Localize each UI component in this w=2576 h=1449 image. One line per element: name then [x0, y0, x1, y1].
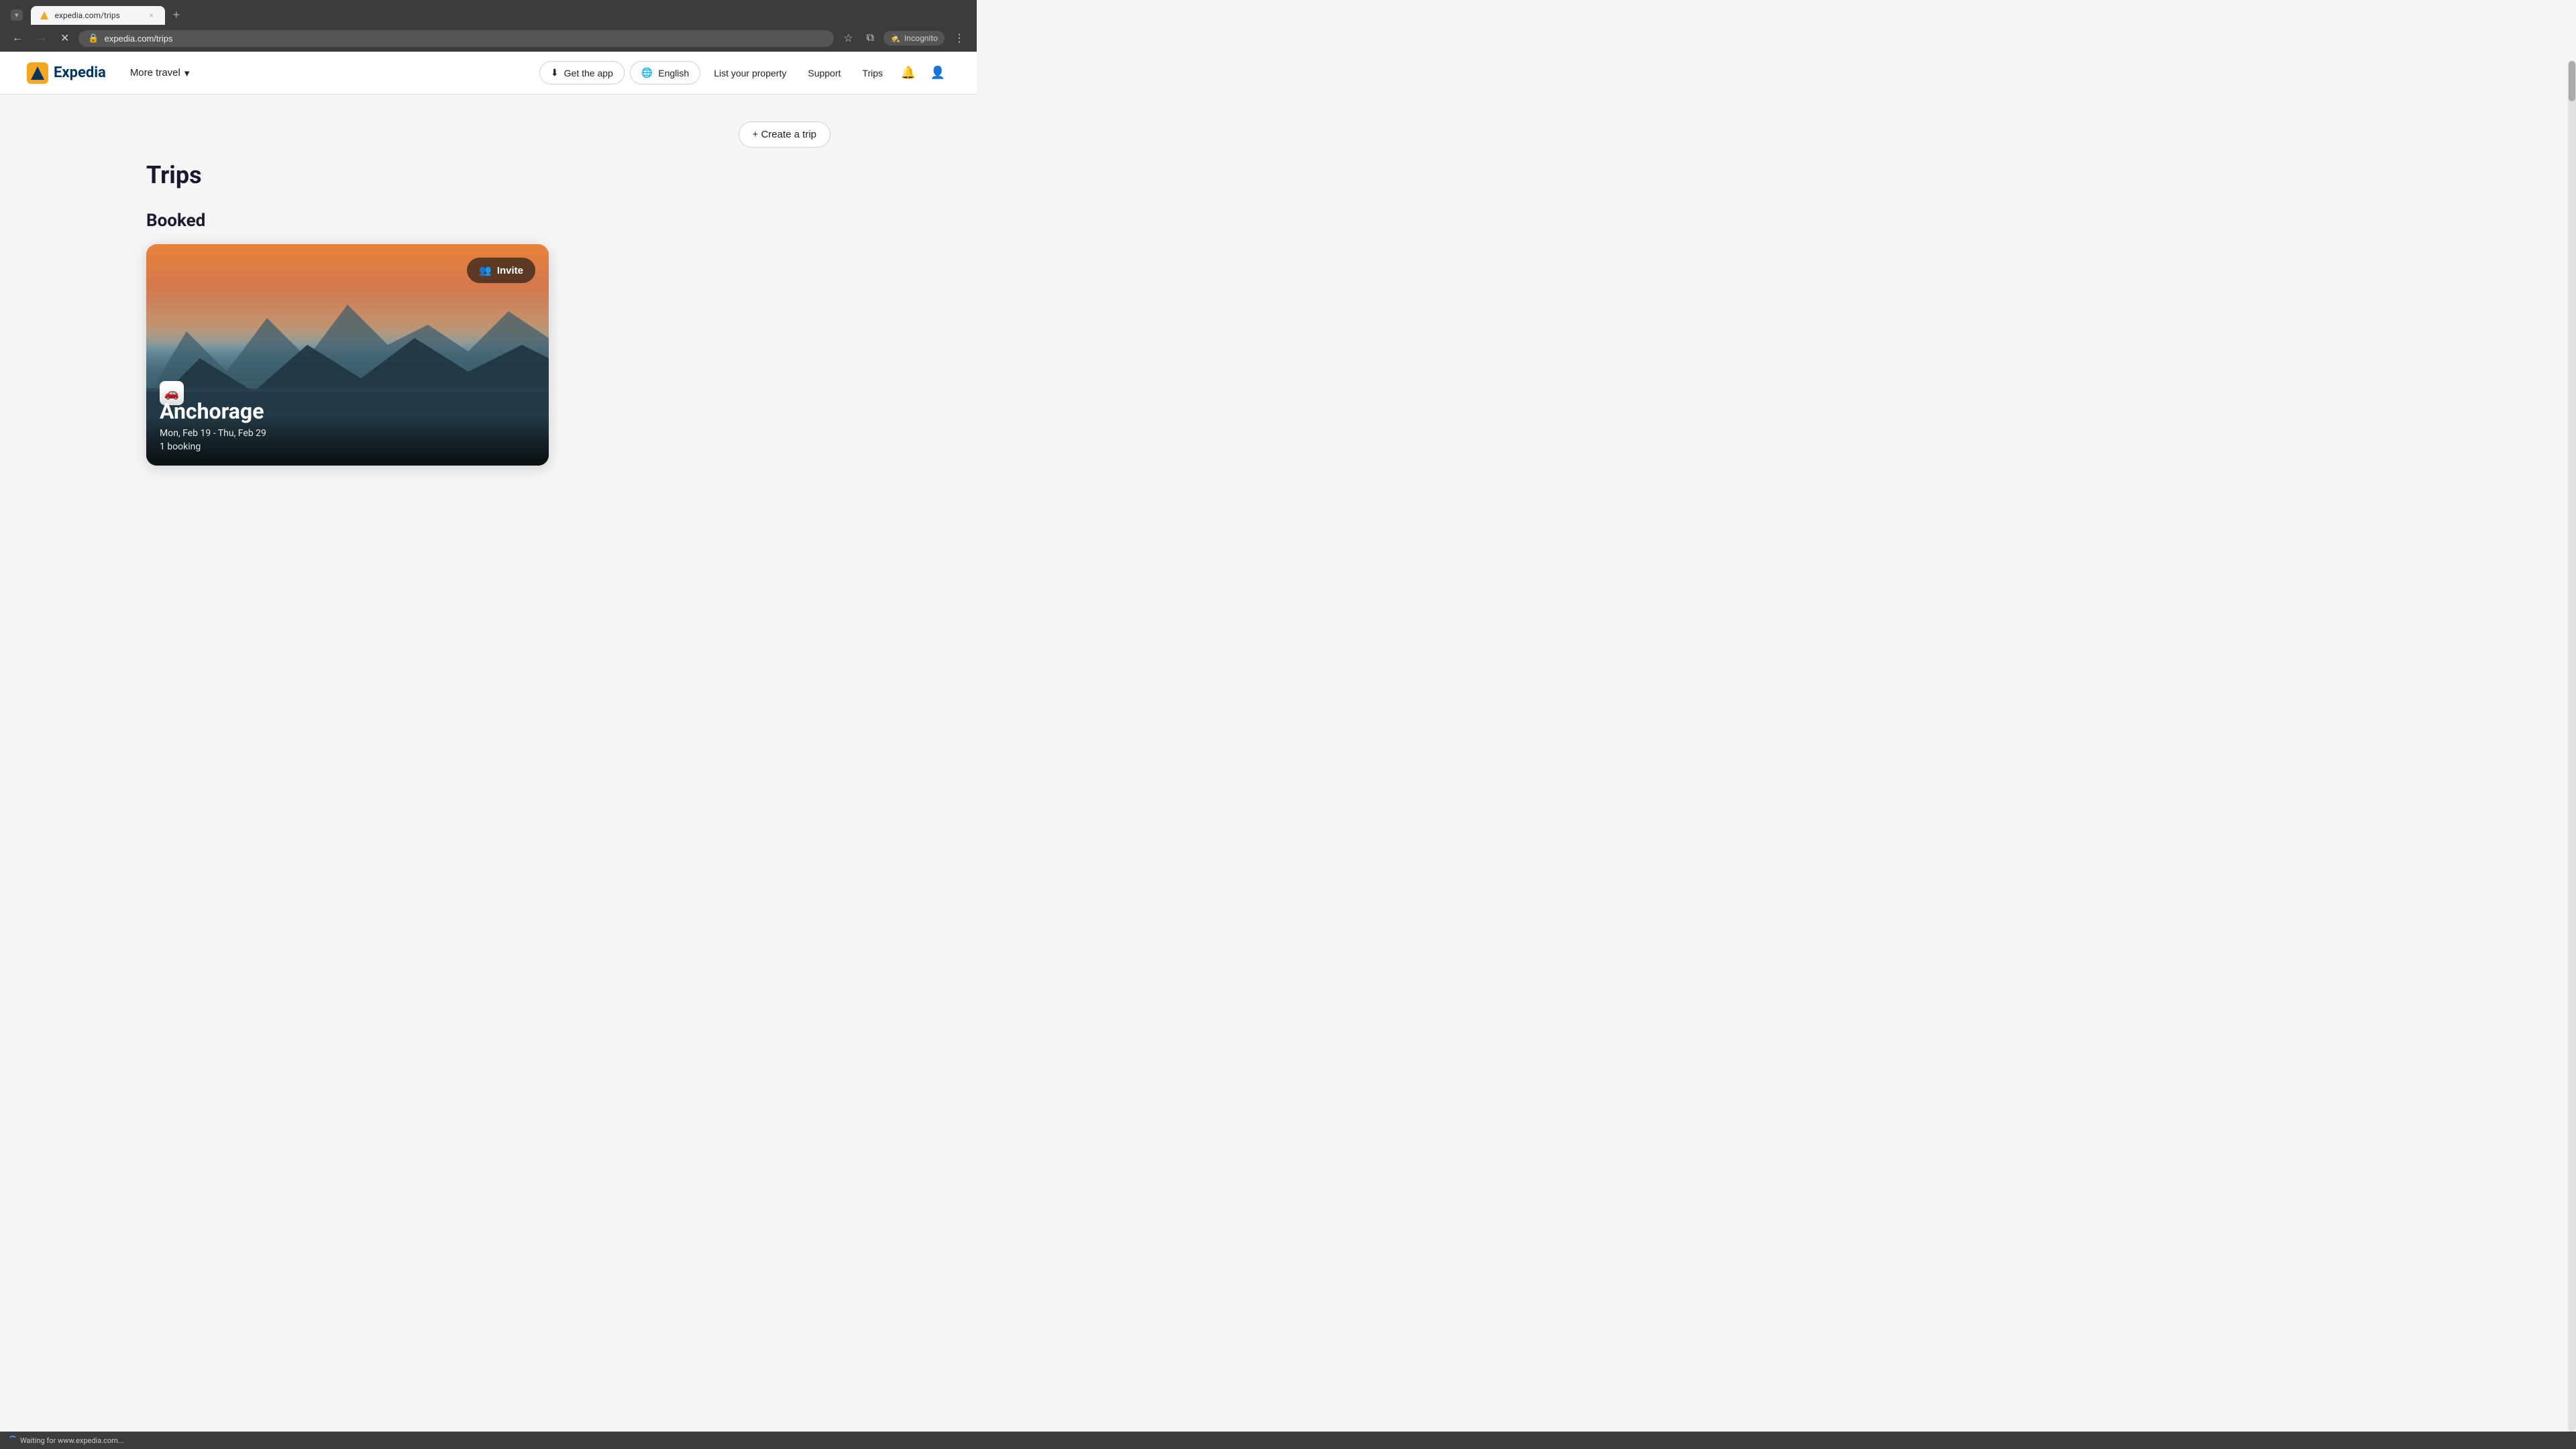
user-icon: 👤	[930, 66, 945, 80]
booked-section-heading: Booked	[146, 211, 830, 231]
loading-spinner	[8, 1436, 17, 1445]
address-bar[interactable]: 🔒	[78, 30, 834, 47]
new-tab-button[interactable]: +	[168, 5, 186, 25]
incognito-icon: 🕵	[890, 34, 900, 43]
nav-right: ⬇ Get the app 🌐 English List your proper…	[539, 61, 950, 85]
logo-text: Expedia	[54, 64, 106, 81]
download-icon: ⬇	[551, 67, 559, 78]
trip-card[interactable]: 👥 Invite 🚗 Anchorage Mon, Feb 19 - Thu, …	[146, 244, 549, 466]
create-trip-button[interactable]: + Create a trip	[739, 121, 830, 148]
lock-icon: 🔒	[88, 34, 99, 44]
more-travel-label: More travel	[130, 67, 180, 78]
list-property-button[interactable]: List your property	[706, 62, 794, 84]
more-travel-button[interactable]: More travel ▾	[122, 62, 198, 85]
split-view-button[interactable]: ⧉	[863, 30, 878, 47]
trip-bookings: 1 booking	[160, 441, 535, 452]
more-travel-chevron-icon: ▾	[184, 67, 190, 79]
trips-nav-button[interactable]: Trips	[854, 62, 891, 84]
get-app-label: Get the app	[564, 68, 613, 78]
invite-button[interactable]: 👥 Invite	[467, 258, 535, 283]
support-button[interactable]: Support	[800, 62, 849, 84]
incognito-badge: 🕵 Incognito	[883, 31, 945, 46]
bell-icon: 🔔	[901, 66, 916, 80]
stop-button[interactable]: ✕	[56, 29, 73, 48]
expedia-logo-icon	[27, 62, 48, 84]
menu-button[interactable]: ⋮	[950, 29, 969, 48]
site-navigation: Expedia More travel ▾ ⬇ Get the app 🌐 En…	[0, 52, 977, 95]
tab-controls: ▾	[5, 7, 28, 23]
language-button[interactable]: 🌐 English	[630, 61, 700, 85]
url-input[interactable]	[105, 34, 825, 44]
active-tab[interactable]: expedia.com/trips ×	[31, 6, 165, 25]
incognito-label: Incognito	[904, 34, 938, 43]
page-title: Trips	[146, 161, 830, 189]
scrollbar[interactable]	[2568, 60, 2576, 1432]
user-account-button[interactable]: 👤	[926, 61, 950, 85]
get-app-button[interactable]: ⬇ Get the app	[539, 61, 625, 85]
notifications-button[interactable]: 🔔	[896, 61, 920, 85]
tab-bar: ▾ expedia.com/trips × +	[0, 0, 977, 25]
invite-label: Invite	[497, 265, 523, 276]
bookmark-button[interactable]: ☆	[839, 29, 857, 48]
toolbar-actions: ☆ ⧉ 🕵 Incognito ⋮	[839, 29, 969, 48]
tab-group-chevron: ▾	[15, 11, 19, 19]
website: Expedia More travel ▾ ⬇ Get the app 🌐 En…	[0, 52, 977, 492]
trip-card-image: 👥 Invite 🚗 Anchorage Mon, Feb 19 - Thu, …	[146, 244, 549, 466]
language-label: English	[658, 68, 689, 78]
invite-icon: 👥	[479, 264, 492, 276]
tab-title: expedia.com/trips	[55, 11, 141, 20]
tab-favicon	[39, 10, 50, 21]
globe-icon: 🌐	[641, 67, 653, 78]
browser-toolbar: ← → ✕ 🔒 ☆ ⧉ 🕵 Incognito ⋮	[0, 25, 977, 52]
scrollbar-thumb[interactable]	[2569, 61, 2575, 101]
main-content: + Create a trip Trips Booked	[119, 95, 857, 492]
tab-close-button[interactable]: ×	[146, 10, 157, 21]
status-text: Waiting for www.expedia.com...	[20, 1436, 124, 1445]
browser-chrome: ▾ expedia.com/trips × + ← → ✕ 🔒 ☆ ⧉ �	[0, 0, 977, 52]
forward-button[interactable]: →	[32, 30, 51, 47]
trip-dates: Mon, Feb 19 - Thu, Feb 29	[160, 428, 535, 439]
back-button[interactable]: ←	[8, 30, 27, 47]
trip-city: Anchorage	[160, 398, 535, 424]
logo[interactable]: Expedia	[27, 62, 106, 84]
status-bar: Waiting for www.expedia.com...	[0, 1432, 2576, 1449]
tab-group-button[interactable]: ▾	[11, 9, 23, 21]
create-trip-bar: + Create a trip	[146, 121, 830, 148]
loading-indicator	[8, 1436, 17, 1445]
trip-card-info: Anchorage Mon, Feb 19 - Thu, Feb 29 1 bo…	[146, 388, 549, 466]
